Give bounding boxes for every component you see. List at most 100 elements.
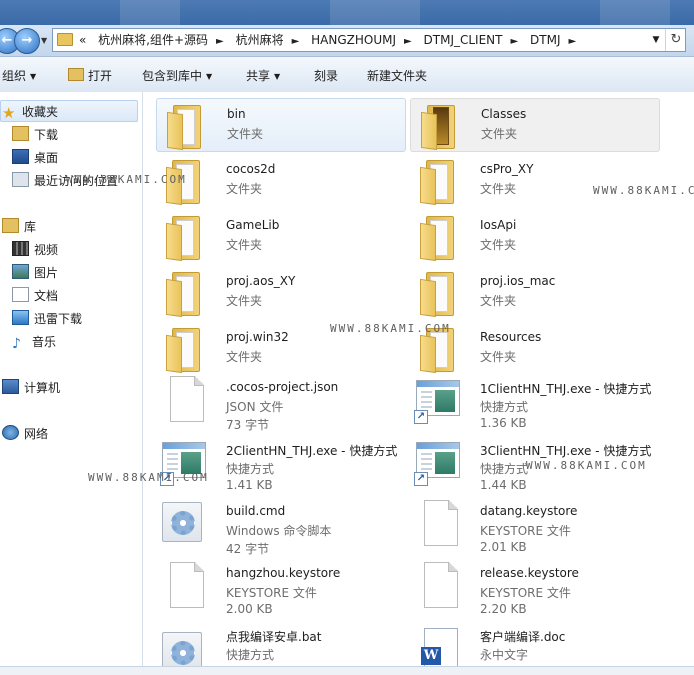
word-doc-icon: W: [421, 628, 458, 666]
watermark-text: WWW.88KAMI.COM: [330, 322, 451, 335]
chevron-right-icon[interactable]: ►: [404, 36, 412, 47]
sidebar-item-pictures[interactable]: 图片: [12, 263, 58, 283]
file-item-compile-android-bat[interactable]: 点我编译安卓.bat 快捷方式: [156, 620, 406, 666]
sidebar-item-network[interactable]: 网络: [2, 424, 48, 444]
file-item-proj-aos-xy[interactable]: proj.aos_XY 文件夹: [156, 266, 406, 320]
file-name: 点我编译安卓.bat: [226, 630, 322, 644]
file-name: proj.win32: [226, 330, 289, 344]
breadcrumb-item[interactable]: 杭州麻将: [236, 33, 284, 47]
sidebar-item-desktop[interactable]: 桌面: [12, 148, 58, 168]
file-item-build-cmd[interactable]: build.cmd Windows 命令脚本 42 字节: [156, 496, 406, 558]
share-label: 共享: [246, 69, 271, 83]
breadcrumb-item[interactable]: DTMJ: [530, 33, 560, 47]
file-type: 快捷方式: [226, 462, 275, 476]
folder-icon: [420, 216, 456, 262]
sidebar-item-videos[interactable]: 视频: [12, 240, 58, 260]
sidebar-item-label: 文档: [34, 289, 59, 303]
file-name: IosApi: [480, 218, 517, 232]
file-item-hangzhou-keystore[interactable]: hangzhou.keystore KEYSTORE 文件 2.00 KB: [156, 558, 406, 620]
organize-button[interactable]: 组织 ▼: [2, 67, 36, 84]
file-item-cspro-xy[interactable]: csPro_XY 文件夹: [410, 154, 660, 208]
window-title-bar: [0, 0, 694, 25]
script-icon: [162, 632, 202, 666]
download-folder-icon: [12, 126, 29, 141]
sidebar-item-downloads[interactable]: 下载: [12, 125, 58, 145]
file-name: GameLib: [226, 218, 280, 232]
file-size: 2.00 KB: [226, 602, 273, 616]
shortcut-arrow-icon: ↗: [414, 410, 428, 424]
chevron-right-icon[interactable]: ►: [216, 36, 224, 47]
breadcrumb-item[interactable]: HANGZHOUMJ: [311, 33, 396, 47]
file-size: 73 字节: [226, 418, 270, 432]
chevron-down-icon: ▼: [274, 72, 281, 81]
music-note-icon: ♪: [12, 336, 21, 352]
file-item-gamelib[interactable]: GameLib 文件夹: [156, 210, 406, 264]
command-bar: 组织 ▼ 打开 包含到库中 ▼ 共享 ▼ 刻录 新建文件夹: [0, 57, 694, 93]
file-item-datang-keystore[interactable]: datang.keystore KEYSTORE 文件 2.01 KB: [410, 496, 660, 558]
watermark-text: WWW.88KAMI.COM: [88, 471, 209, 484]
breadcrumb-item[interactable]: 杭州麻将,组件+源码: [98, 33, 208, 47]
file-item-proj-ios-mac[interactable]: proj.ios_mac 文件夹: [410, 266, 660, 320]
file-type: 快捷方式: [480, 400, 529, 414]
file-type: 文件夹: [227, 127, 264, 141]
breadcrumb-item[interactable]: DTMJ_CLIENT: [424, 33, 503, 47]
file-type: 文件夹: [480, 238, 517, 252]
file-type: 文件夹: [480, 350, 517, 364]
desktop-icon: [12, 149, 29, 164]
file-item-2clienthn-shortcut[interactable]: ↗ 2ClientHN_THJ.exe - 快捷方式 快捷方式 1.41 KB: [156, 434, 406, 496]
folder-icon: [420, 160, 456, 206]
computer-icon: [2, 379, 19, 394]
share-button[interactable]: 共享 ▼: [246, 67, 280, 84]
chevron-right-icon[interactable]: ►: [511, 36, 519, 47]
folder-icon: [420, 272, 456, 318]
file-item-1clienthn-shortcut[interactable]: ↗ 1ClientHN_THJ.exe - 快捷方式 快捷方式 1.36 KB: [410, 372, 660, 434]
sidebar-item-favorites[interactable]: ★ 收藏夹: [2, 102, 58, 122]
address-bar[interactable]: « 杭州麻将,组件+源码 ► 杭州麻将 ► HANGZHOUMJ ► DTMJ_CLI…: [52, 28, 686, 52]
file-icon: [170, 376, 204, 422]
include-in-library-button[interactable]: 包含到库中 ▼: [142, 67, 212, 84]
organize-label: 组织: [2, 69, 27, 83]
chevron-right-icon[interactable]: ►: [569, 36, 577, 47]
file-item-cocos-project-json[interactable]: .cocos-project.json JSON 文件 73 字节: [156, 372, 406, 434]
forward-button[interactable]: →: [14, 28, 40, 54]
file-item-release-keystore[interactable]: release.keystore KEYSTORE 文件 2.20 KB: [410, 558, 660, 620]
pictures-icon: [12, 264, 29, 279]
file-item-iosapi[interactable]: IosApi 文件夹: [410, 210, 660, 264]
file-name: Resources: [480, 330, 542, 344]
sidebar-item-thunder[interactable]: 迅雷下载: [12, 309, 82, 329]
file-name: 1ClientHN_THJ.exe - 快捷方式: [480, 382, 652, 396]
burn-button[interactable]: 刻录: [314, 67, 338, 84]
file-item-classes[interactable]: Classes 文件夹: [410, 98, 660, 152]
recent-places-icon: [12, 172, 29, 187]
chevron-right-icon[interactable]: ►: [292, 36, 300, 47]
file-type: 文件夹: [481, 127, 518, 141]
gear-icon: [171, 641, 195, 665]
file-type: 文件夹: [480, 182, 517, 196]
file-size: 1.41 KB: [226, 478, 273, 492]
folder-icon: [166, 216, 202, 262]
file-name: 2ClientHN_THJ.exe - 快捷方式: [226, 444, 398, 458]
file-item-bin[interactable]: bin 文件夹: [156, 98, 406, 152]
history-dropdown-icon[interactable]: ▼: [41, 36, 47, 45]
breadcrumb-overflow[interactable]: «: [79, 33, 86, 47]
file-item-cocos2d[interactable]: cocos2d 文件夹: [156, 154, 406, 208]
sidebar-item-documents[interactable]: 文档: [12, 286, 58, 306]
file-icon: [424, 562, 458, 608]
file-name: 客户端编译.doc: [480, 630, 566, 644]
sidebar-item-libraries[interactable]: 库: [2, 217, 36, 237]
address-dropdown-icon[interactable]: ▼: [649, 29, 663, 51]
sidebar-item-computer[interactable]: 计算机: [2, 378, 60, 398]
folder-icon: [421, 105, 457, 151]
sidebar-item-label: 下载: [34, 128, 59, 142]
file-name: 3ClientHN_THJ.exe - 快捷方式: [480, 444, 652, 458]
file-name: Classes: [481, 107, 527, 121]
chevron-down-icon: ▼: [206, 72, 213, 81]
sidebar-item-music[interactable]: ♪ 音乐: [12, 332, 56, 352]
open-button[interactable]: 打开: [68, 67, 112, 84]
include-in-library-label: 包含到库中: [142, 69, 203, 83]
new-folder-button[interactable]: 新建文件夹: [367, 67, 427, 84]
refresh-icon[interactable]: ↻: [665, 29, 686, 51]
script-icon: [162, 502, 202, 542]
sidebar-item-label: 库: [24, 220, 37, 234]
file-item-client-compile-doc[interactable]: W 客户端编译.doc 永中文字: [410, 620, 660, 666]
